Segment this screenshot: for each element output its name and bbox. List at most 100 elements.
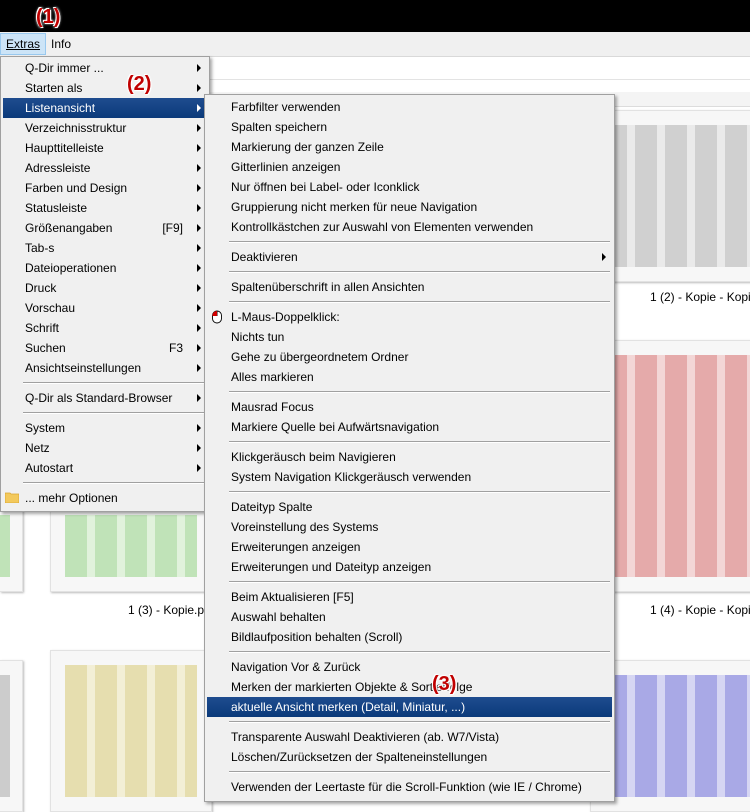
menu-item-shortcut: F3 [168,341,183,355]
menu-item-label: ... mehr Optionen [25,491,118,505]
menu-item-verzeichnisstruktur[interactable]: Verzeichnisstruktur [3,118,207,138]
menu-item-mausrad-focus[interactable]: Mausrad Focus [207,397,612,417]
address-bar[interactable] [200,57,750,80]
menu-item-label: Q-Dir als Standard-Browser [25,391,173,405]
menu-item-label: Verwenden der Leertaste für die Scroll-F… [231,780,582,794]
menu-item-farbfilter[interactable]: Farbfilter verwenden [207,97,612,117]
menu-item-markierung-zeile[interactable]: Markierung der ganzen Zeile [207,137,612,157]
menu-item-label: Erweiterungen anzeigen [231,540,361,554]
submenu-arrow-icon [197,244,201,252]
menu-item-label: Bildlaufposition behalten (Scroll) [231,630,403,644]
menu-item-alles-markieren[interactable]: Alles markieren [207,367,612,387]
menu-item-erweiterungen-dateityp[interactable]: Erweiterungen und Dateityp anzeigen [207,557,612,577]
menu-item-deaktivieren[interactable]: Deaktivieren [207,247,612,267]
menu-item-voreinstellung[interactable]: Voreinstellung des Systems [207,517,612,537]
folder-icon [5,492,19,503]
menu-item-farben-und-design[interactable]: Farben und Design [3,178,207,198]
menu-separator [229,651,610,653]
menu-item-standard-browser[interactable]: Q-Dir als Standard-Browser [3,388,207,408]
listenansicht-submenu: Farbfilter verwenden Spalten speichern M… [204,94,615,802]
annotation-1: (1) [36,6,61,28]
menu-extras[interactable]: Extras [0,33,47,55]
menu-item-nur-oeffnen[interactable]: Nur öffnen bei Label- oder Iconklick [207,177,612,197]
submenu-arrow-icon [197,344,201,352]
menu-item-adressleiste[interactable]: Adressleiste [3,158,207,178]
menu-item-label: Größenangaben [25,221,113,235]
file-thumbnail-partial[interactable] [0,500,23,592]
menu-item-tabs[interactable]: Tab-s [3,238,207,258]
menu-item-bildlaufposition[interactable]: Bildlaufposition behalten (Scroll) [207,627,612,647]
menu-item-system-klickgeraeusch[interactable]: System Navigation Klickgeräusch verwende… [207,467,612,487]
menu-item-system[interactable]: System [3,418,207,438]
file-thumbnail-partial[interactable] [0,660,23,812]
menu-item-kontrollkaestchen[interactable]: Kontrollkästchen zur Auswahl von Element… [207,217,612,237]
window-top-bar [0,0,750,32]
menu-item-label: Spalten speichern [231,120,328,134]
file-caption[interactable]: 1 (3) - Kopie.p [128,603,204,617]
menu-item-merken-objekte[interactable]: Merken der markierten Objekte & Sortierf… [207,677,612,697]
menu-item-beim-aktualisieren: Beim Aktualisieren [F5] [207,587,612,607]
submenu-arrow-icon [197,144,201,152]
menu-item-autostart[interactable]: Autostart [3,458,207,478]
menu-item-loeschen-spalten[interactable]: Löschen/Zurücksetzen der Spalteneinstell… [207,747,612,767]
menu-item-label: Beim Aktualisieren [F5] [231,590,354,604]
menu-item-label: System Navigation Klickgeräusch verwende… [231,470,472,484]
thumbnail-yellow-grid [65,665,197,797]
menu-bar: Extras Info [0,32,750,57]
menu-item-markiere-quelle[interactable]: Markiere Quelle bei Aufwärtsnavigation [207,417,612,437]
menu-item-label: Tab-s [25,241,55,255]
menu-item-nichts-tun[interactable]: Nichts tun [207,327,612,347]
menu-item-spaltenueberschrift[interactable]: Spaltenüberschrift in allen Ansichten [207,277,612,297]
menu-item-starten-als[interactable]: Starten als [3,78,207,98]
menu-item-dateioperationen[interactable]: Dateioperationen [3,258,207,278]
menu-item-spalten-speichern[interactable]: Spalten speichern [207,117,612,137]
menu-item-transparente-auswahl[interactable]: Transparente Auswahl Deaktivieren (ab. W… [207,727,612,747]
menu-item-label: Dateityp Spalte [231,500,313,514]
menu-item-druck[interactable]: Druck [3,278,207,298]
menu-item-vorschau[interactable]: Vorschau [3,298,207,318]
menu-item-label: Spaltenüberschrift in allen Ansichten [231,280,425,294]
menu-item-label: Mausrad Focus [231,400,314,414]
menu-info[interactable]: Info [46,34,76,54]
submenu-arrow-icon [197,204,201,212]
menu-item-aktuelle-ansicht-merken[interactable]: aktuelle Ansicht merken (Detail, Miniatu… [207,697,612,717]
menu-item-listenansicht[interactable]: Listenansicht [3,98,207,118]
menu-item-label: Markierung der ganzen Zeile [231,140,384,154]
menu-item-gruppierung[interactable]: Gruppierung nicht merken für neue Naviga… [207,197,612,217]
menu-item-ansichtseinstellungen[interactable]: Ansichtseinstellungen [3,358,207,378]
file-caption[interactable]: 1 (2) - Kopie - Kopi [650,290,750,304]
menu-item-erweiterungen-anzeigen[interactable]: Erweiterungen anzeigen [207,537,612,557]
submenu-arrow-icon [197,394,201,402]
menu-item-label: System [25,421,66,435]
menu-item-schrift[interactable]: Schrift [3,318,207,338]
menu-item-suchen[interactable]: Suchen F3 [3,338,207,358]
file-thumbnail[interactable] [50,500,212,592]
mouse-icon [212,310,222,324]
menu-item-auswahl-behalten[interactable]: Auswahl behalten [207,607,612,627]
menu-item-leertaste-scroll[interactable]: Verwenden der Leertaste für die Scroll-F… [207,777,612,797]
menu-separator [229,271,610,273]
menu-item-q-dir-immer[interactable]: Q-Dir immer ... [3,58,207,78]
menu-item-netz[interactable]: Netz [3,438,207,458]
menu-item-label: Kontrollkästchen zur Auswahl von Element… [231,220,534,234]
file-thumbnail[interactable] [50,650,212,812]
menu-item-mehr-optionen[interactable]: ... mehr Optionen [3,488,207,508]
submenu-arrow-icon [197,184,201,192]
menu-extras-label: Extras [6,37,41,51]
menu-item-haupttitelleiste[interactable]: Haupttitelleiste [3,138,207,158]
menu-info-label: Info [51,37,72,51]
menu-item-label: Alles markieren [231,370,314,384]
menu-item-statusleiste[interactable]: Statusleiste [3,198,207,218]
menu-item-label: Farben und Design [25,181,128,195]
menu-item-uebergeordnet[interactable]: Gehe zu übergeordnetem Ordner [207,347,612,367]
menu-item-label: Nichts tun [231,330,285,344]
menu-item-klickgeraeusch[interactable]: Klickgeräusch beim Navigieren [207,447,612,467]
submenu-arrow-icon [197,224,201,232]
menu-item-label: Farbfilter verwenden [231,100,341,114]
menu-item-gitterlinien[interactable]: Gitterlinien anzeigen [207,157,612,177]
thumbnail-red-grid [605,355,750,577]
file-caption[interactable]: 1 (4) - Kopie - Kopi [650,603,750,617]
menu-item-groessenangaben[interactable]: Größenangaben [F9] [3,218,207,238]
menu-item-label: Autostart [25,461,74,475]
submenu-arrow-icon [602,253,606,261]
